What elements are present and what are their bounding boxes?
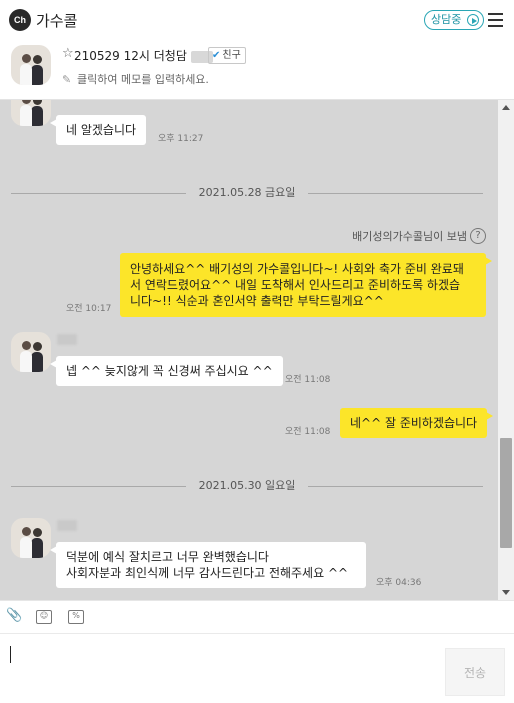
status-label: 상담중 [431,13,462,26]
date-label: 2021.05.30 일요일 [198,479,296,492]
sent-by-label: 배기성의가수콜님이 보냄 [352,230,467,243]
check-icon: ✔ [212,50,221,61]
outgoing-message[interactable]: 네^^ 잘 준비하겠습니다 [340,408,494,438]
chat-room-header: ☆ 210529 12시 더청담 ✔ 친구 ✎ 클릭하여 메모를 입력하세요. [0,40,514,100]
message-time: 오전 11:08 [285,375,331,385]
blurred-sender-name [57,520,77,531]
message-time: 오전 10:17 [66,304,112,314]
top-bar: Ch 가수콜 상담중 [0,0,514,40]
help-icon[interactable]: ? [470,228,486,244]
outgoing-message[interactable]: 안녕하세요^^ 배기성의 가수콜입니다~! 사회와 축가 준비 완료돼 서 연락… [120,253,492,317]
sender-avatar[interactable] [11,332,51,372]
room-name: 210529 12시 더청담 [74,47,213,64]
memo-placeholder: 클릭하여 메모를 입력하세요. [77,73,209,86]
consult-status-button[interactable]: 상담중 [424,10,485,30]
message-time: 오전 11:08 [285,427,331,437]
incoming-message[interactable]: 덕분에 예식 잘치르고 너무 완벽했습니다 사회자분과 최인식께 너무 감사드린… [50,542,366,588]
capture-icon[interactable]: % [68,610,84,624]
date-label: 2021.05.28 금요일 [198,186,296,199]
date-separator: 2021.05.28 금요일 [11,186,483,200]
room-avatar[interactable] [11,45,51,85]
incoming-message[interactable]: 네 알겠습니다 [49,115,147,145]
scroll-thumb[interactable] [500,438,512,548]
send-button[interactable]: 전송 [445,648,505,696]
memo-field[interactable]: ✎ 클릭하여 메모를 입력하세요. [62,71,209,87]
app-title: 가수콜 [36,12,78,30]
sender-avatar[interactable] [11,100,51,126]
pencil-icon: ✎ [62,73,72,86]
composer-toolbar: 📎 ☺ % [0,600,514,633]
sender-avatar[interactable] [11,518,51,558]
scroll-down-arrow-icon[interactable] [502,590,510,595]
app-logo-icon: Ch [9,9,31,31]
star-icon[interactable]: ☆ [62,46,74,61]
menu-icon[interactable] [488,13,503,27]
attach-icon[interactable]: 📎 [6,609,22,623]
friend-badge-label: 친구 [222,50,241,61]
message-input[interactable] [10,644,430,694]
incoming-message[interactable]: 넵 ^^ 늦지않게 꼭 신경써 주십시요 ^^ [50,356,283,386]
scroll-up-arrow-icon[interactable] [502,105,510,110]
message-time: 오후 11:27 [158,134,204,144]
date-separator: 2021.05.30 일요일 [11,479,483,493]
room-name-text: 210529 12시 더청담 [74,49,187,63]
friend-badge: ✔ 친구 [208,47,246,64]
play-icon [467,14,480,26]
emoticon-icon[interactable]: ☺ [36,610,52,624]
chat-scrollbar[interactable] [498,100,514,600]
chat-area[interactable]: 네 알겠습니다 오후 11:27 2021.05.28 금요일 배기성의가수콜님… [0,100,498,600]
message-time: 오후 04:36 [376,578,422,588]
blurred-sender-name [57,334,77,345]
composer: 전송 [0,633,514,703]
